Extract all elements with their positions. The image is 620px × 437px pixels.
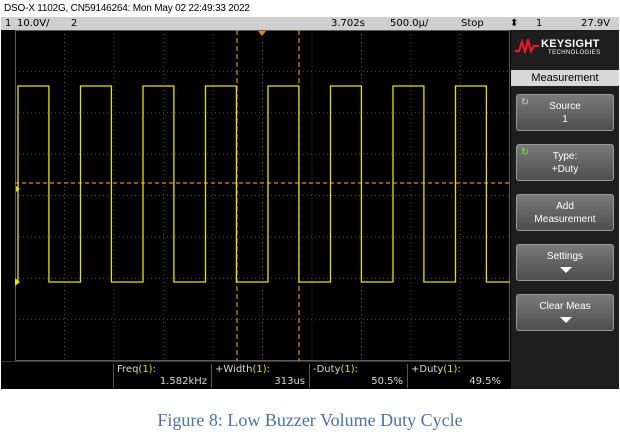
keysight-wave-icon [515, 39, 539, 53]
meas-label: -Duty(1): [313, 364, 359, 375]
softkey-label: Clear Meas [539, 301, 591, 312]
meas-neg-duty[interactable]: -Duty(1): 50.5% [309, 364, 406, 388]
run-state: Stop [461, 18, 484, 29]
arrow-down-icon [560, 267, 572, 273]
softkey-value: 1 [562, 114, 568, 125]
grid-lines: T [15, 30, 510, 361]
meas-pos-duty[interactable]: +Duty(1): 49.5% [407, 364, 504, 388]
meas-label: +Width(1): [215, 364, 270, 375]
brand-subtitle: TECHNOLOGIES [548, 50, 601, 56]
add-measurement-softkey[interactable]: Add Measurement [516, 194, 614, 231]
meas-freq[interactable]: Freq(1): 1.582kHz [113, 364, 210, 388]
meas-label: Freq(1): [117, 364, 156, 375]
source-softkey[interactable]: ↻ Source 1 [516, 94, 614, 131]
trigger-source[interactable]: 1 [536, 17, 542, 30]
time-position[interactable]: 3.702s [331, 17, 365, 30]
figure-caption: Figure 8: Low Buzzer Volume Duty Cycle [157, 410, 463, 430]
ch1-scale[interactable]: 10.0V/ [17, 17, 49, 30]
arrow-down-icon [560, 317, 572, 323]
clear-meas-softkey[interactable]: Clear Meas [516, 294, 614, 331]
meas-value: 313us [274, 376, 305, 387]
softkey-value: +Duty [551, 164, 579, 175]
panel-title: Measurement [511, 70, 619, 86]
trigger-icon: ⬍ [510, 18, 519, 29]
trigger-position-marker [258, 31, 266, 36]
ch2-number[interactable]: 2 [71, 17, 77, 30]
keysight-logo: KEYSIGHT TECHNOLOGIES [515, 36, 615, 60]
softkey-label-2: Measurement [534, 214, 596, 225]
meas-value: 50.5% [371, 376, 403, 387]
softkey-panel: KEYSIGHT TECHNOLOGIES Measurement ↻ Sour… [511, 30, 619, 389]
type-softkey[interactable]: ↻ Type: +Duty [516, 144, 614, 181]
softkey-label: Source [549, 101, 581, 112]
ch1-waveform [15, 85, 510, 283]
meas-width[interactable]: +Width(1): 313us [211, 364, 308, 388]
window-title: DSO-X 1102G, CN59146264: Mon May 02 22:4… [0, 0, 620, 17]
settings-softkey[interactable]: Settings [516, 244, 614, 281]
meas-label: +Duty(1): [411, 364, 461, 375]
softkey-label: Add [556, 201, 574, 212]
meas-value: 1.582kHz [159, 376, 207, 387]
brand-name: KEYSIGHT [541, 38, 600, 50]
meas-value: 49.5% [469, 376, 501, 387]
softkey-label: Settings [546, 251, 584, 262]
measurement-bar: Freq(1): 1.582kHz +Width(1): 313us -Duty… [1, 361, 510, 389]
trigger-level[interactable]: 27.9V [581, 17, 610, 30]
softkey-label: Type: [552, 151, 578, 162]
ch1-number[interactable]: 1 [5, 17, 11, 30]
waveform-grid[interactable]: T [15, 30, 510, 361]
status-bar: 1 10.0V/ 2 3.702s 500.0µ/ Stop ⬍ 1 27.9V [1, 17, 619, 30]
time-scale[interactable]: 500.0µ/ [390, 17, 428, 30]
oscilloscope-screen: 1 10.0V/ 2 3.702s 500.0µ/ Stop ⬍ 1 27.9V… [1, 17, 619, 389]
